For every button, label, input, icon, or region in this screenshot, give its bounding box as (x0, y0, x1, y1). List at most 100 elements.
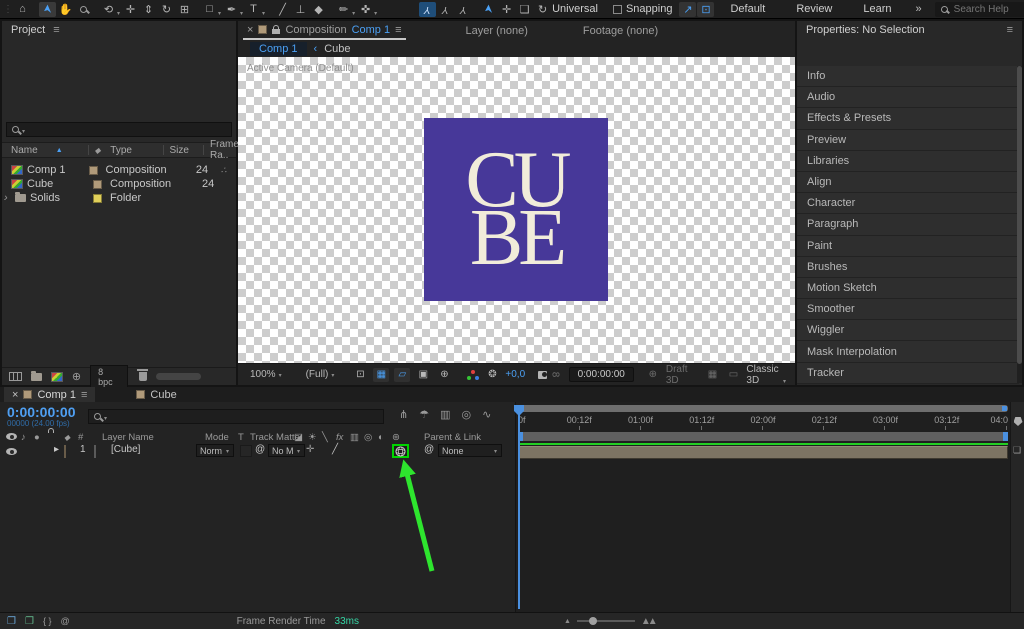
zoom-tool[interactable] (75, 2, 92, 17)
column-header-size[interactable]: Size (169, 145, 203, 156)
comp-marker-bin-icon[interactable] (1013, 417, 1023, 426)
panel-tab-mask-interpolation[interactable]: Mask Interpolation (797, 341, 1019, 363)
pan-behind-tool[interactable]: ⊞ (176, 2, 193, 17)
panel-tab-preview[interactable]: Preview (797, 129, 1019, 151)
magnification-dropdown[interactable]: 100% ▾ (246, 369, 287, 380)
track-matte-dropdown[interactable]: No M ▾ (268, 444, 305, 457)
local-axis-mode-button[interactable]: Y (419, 1, 437, 17)
panel-tab-info[interactable]: Info (797, 66, 1019, 88)
vertical-scrollbar[interactable] (1017, 66, 1022, 383)
channel-rgb-icon[interactable] (467, 369, 480, 380)
panel-tab-paragraph[interactable]: Paragraph (797, 214, 1019, 236)
search-help-box[interactable] (934, 1, 1024, 17)
composition-viewport[interactable]: Active Camera (Default) CU BE (238, 57, 795, 363)
blend-mode-dropdown[interactable]: Norm ▾ (196, 444, 234, 457)
panel-menu-icon[interactable]: ≡ (395, 24, 401, 36)
layer-expander-icon[interactable]: ▸ (54, 444, 59, 455)
timeline-zoom-slider[interactable] (576, 617, 635, 625)
quality-icon[interactable]: ╱ (332, 444, 338, 455)
track-matte-column[interactable]: Track Matte (250, 432, 300, 443)
exposure-value[interactable]: +0,0 (505, 369, 525, 380)
pen-tool[interactable]: ✒ (223, 2, 240, 17)
selection-tool[interactable]: ➤ (39, 1, 56, 17)
world-axis-mode-button[interactable]: Y (437, 2, 454, 17)
workspace-tab-review[interactable]: Review (781, 3, 847, 15)
project-row-cube[interactable]: Cube Composition 24 (2, 177, 236, 191)
breadcrumb-cube[interactable]: Cube (324, 43, 350, 55)
layer-name-column[interactable]: Layer Name (102, 432, 154, 443)
timeline-tab-cube[interactable]: Cube (128, 387, 184, 402)
scrollbar-thumb[interactable] (1017, 66, 1022, 364)
crop-region-icon[interactable]: ⊕ (436, 368, 452, 382)
label-column-icon[interactable]: ◆ (64, 433, 70, 442)
new-composition-icon[interactable] (50, 371, 63, 382)
gizmo-select-button[interactable]: ➤ (480, 2, 497, 17)
panel-tab-audio[interactable]: Audio (797, 87, 1019, 109)
fx-switch-icon[interactable]: fx (336, 432, 343, 443)
lock-icon[interactable] (272, 25, 281, 34)
gizmo-scale-button[interactable]: ❑ (516, 2, 533, 17)
panel-menu-icon[interactable]: ≡ (53, 24, 59, 36)
motion-blur-icon[interactable]: ◎ (462, 408, 472, 421)
layer-name[interactable]: [Cube] (111, 444, 140, 455)
panel-tab-wiggler[interactable]: Wiggler (797, 320, 1019, 342)
parent-pickwhip-icon[interactable]: @ (424, 444, 434, 455)
panel-menu-icon[interactable]: ≡ (1007, 24, 1013, 36)
collapse-transformations-icon[interactable]: ✛ (306, 444, 314, 455)
layer-duration-bar[interactable] (518, 446, 1008, 459)
parent-link-dropdown[interactable]: None ▾ (438, 444, 502, 457)
3d-layer-toggle-highlighted[interactable] (392, 444, 409, 458)
clone-stamp-tool[interactable]: ⊥ (292, 2, 309, 17)
project-row-comp1[interactable]: Comp 1 Composition 24 ∴ (2, 163, 236, 177)
motion-blur-switch-icon[interactable]: ◎ (364, 432, 372, 443)
label-color-swatch[interactable] (93, 193, 102, 203)
pan-camera-tool[interactable]: ✛ (122, 2, 139, 17)
zoom-slider-knob[interactable] (588, 617, 597, 625)
effects-dock-icon[interactable]: ❐ (25, 616, 34, 627)
shy-switch-icon[interactable]: ◪ (294, 432, 303, 443)
renderer-label[interactable]: Classic 3D (746, 364, 780, 386)
current-timecode[interactable]: 0:00:00:00 (7, 404, 76, 420)
draft-3d-icon[interactable]: ⊕ (645, 368, 661, 382)
mode-column[interactable]: Mode (205, 432, 229, 443)
comp-button-icon[interactable]: ❏ (1013, 445, 1021, 456)
flowchart-dock-icon[interactable]: ❐ (7, 616, 16, 627)
3d-view-stats-icon[interactable]: ▦ (704, 368, 720, 382)
panel-tab-tracker[interactable]: Tracker (797, 362, 1019, 384)
label-color-swatch[interactable] (93, 179, 102, 189)
collapse-switch-icon[interactable]: ☀ (308, 432, 317, 443)
solo-column-icon[interactable]: ● (34, 432, 40, 443)
zoom-out-mountain-icon[interactable]: ▲ (564, 618, 571, 625)
gizmo-move-button[interactable]: ✛ (498, 2, 515, 17)
expressions-icon[interactable]: { } (43, 616, 52, 626)
brush-tool[interactable]: ╱ (274, 2, 291, 17)
panel-tab-libraries[interactable]: Libraries (797, 150, 1019, 172)
region-of-interest-icon[interactable]: ▣ (415, 368, 431, 382)
horizontal-scrollbar[interactable] (155, 373, 202, 380)
home-icon[interactable]: ⌂ (14, 2, 31, 17)
layer-number-column[interactable]: # (78, 432, 83, 443)
snap-along-edges-icon[interactable]: ↗ (679, 1, 697, 17)
cube-logo-layer[interactable]: CU BE (424, 118, 608, 301)
frame-blend-switch-icon[interactable]: ▥ (350, 432, 359, 443)
project-search-input[interactable] (30, 122, 201, 137)
transparency-grid-icon[interactable]: ▦ (373, 367, 390, 382)
puppet-pin-tool[interactable]: ✜ (357, 2, 374, 17)
timeline-tab-comp1[interactable]: × Comp 1 ≡ (4, 387, 96, 402)
draft-3d-label[interactable]: Draft 3D (666, 364, 694, 386)
matte-pickwhip-icon[interactable]: @ (255, 444, 265, 455)
mask-visibility-icon[interactable]: ▱ (394, 367, 411, 382)
rotation-tool[interactable]: ↻ (158, 2, 175, 17)
t-column[interactable]: T (238, 432, 244, 443)
graph-editor-icon[interactable]: ∿ (482, 408, 491, 421)
column-header-label-color[interactable]: ◆ (94, 146, 110, 155)
frame-blending-icon[interactable]: ▥ (440, 408, 450, 421)
snap-3d-ground-icon[interactable]: ⊡ (697, 1, 715, 17)
dolly-camera-tool[interactable]: ⇕ (140, 2, 157, 17)
workspace-tab-default[interactable]: Default (715, 3, 780, 15)
parent-link-column[interactable]: Parent & Link (424, 432, 481, 443)
3d-switch-icon[interactable]: ⊛ (392, 432, 400, 443)
hand-tool[interactable]: ✋ (57, 2, 74, 17)
hide-shy-layers-icon[interactable]: ☂ (419, 408, 429, 421)
snapping-toggle[interactable]: Snapping (612, 3, 672, 15)
